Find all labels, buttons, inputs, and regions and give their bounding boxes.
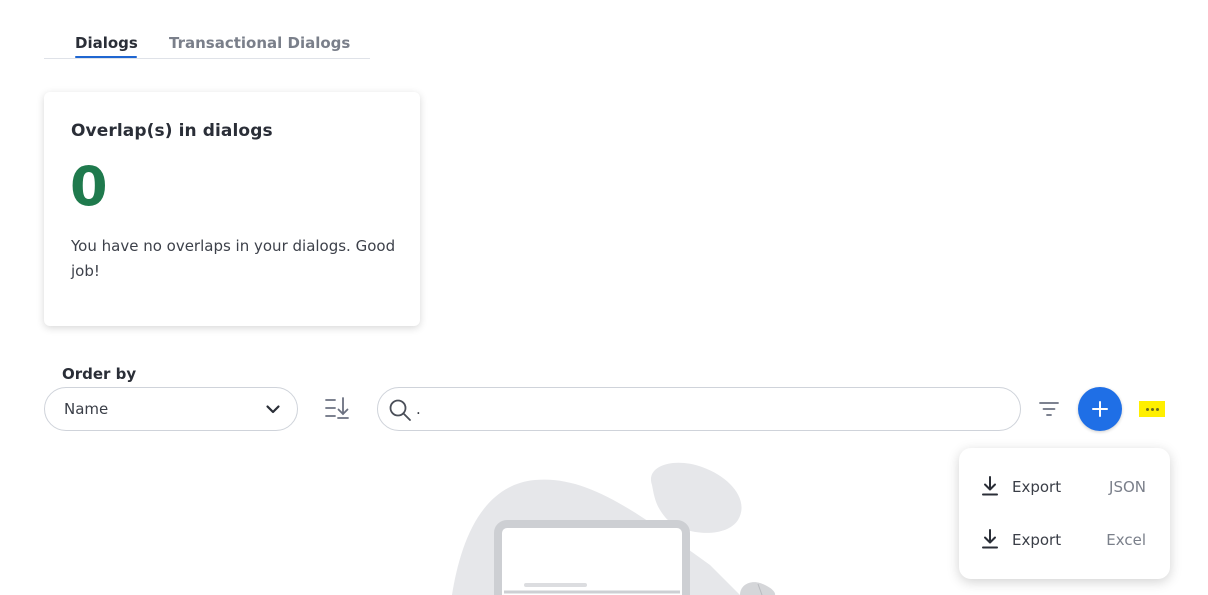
overlap-count: 0 [70,155,108,218]
overlap-card: Overlap(s) in dialogs 0 You have no over… [44,92,420,326]
search-icon [389,399,411,421]
order-by-select[interactable]: Name [44,387,298,431]
order-by-label: Order by [62,365,137,383]
export-json-menu-item[interactable]: Export JSON [959,464,1170,510]
overlap-card-title: Overlap(s) in dialogs [71,121,273,141]
export-excel-menu-item[interactable]: Export Excel [959,517,1170,563]
filter-icon[interactable] [1037,397,1061,421]
search-field[interactable] [377,387,1021,431]
download-icon [982,529,998,549]
add-button[interactable] [1078,387,1122,431]
empty-state-illustration [452,462,776,595]
export-menu: Export JSON Export Excel [959,448,1170,579]
search-input[interactable] [416,397,1006,421]
chevron-down-icon [266,405,280,414]
active-tab-indicator [75,56,137,58]
tab-transactional-dialogs[interactable]: Transactional Dialogs [169,34,350,52]
tab-bar: Dialogs Transactional Dialogs [44,30,370,59]
more-options-button[interactable] [1139,401,1165,417]
export-json-format: JSON [1109,478,1146,496]
export-excel-format: Excel [1106,531,1146,549]
download-icon [982,476,998,496]
plus-icon [1092,401,1108,417]
export-excel-label: Export [1012,531,1062,549]
sort-icon[interactable] [322,394,352,424]
overlap-description: You have no overlaps in your dialogs. Go… [71,237,396,280]
export-json-label: Export [1012,478,1062,496]
tab-dialogs[interactable]: Dialogs [75,34,138,52]
order-by-value: Name [64,400,109,418]
